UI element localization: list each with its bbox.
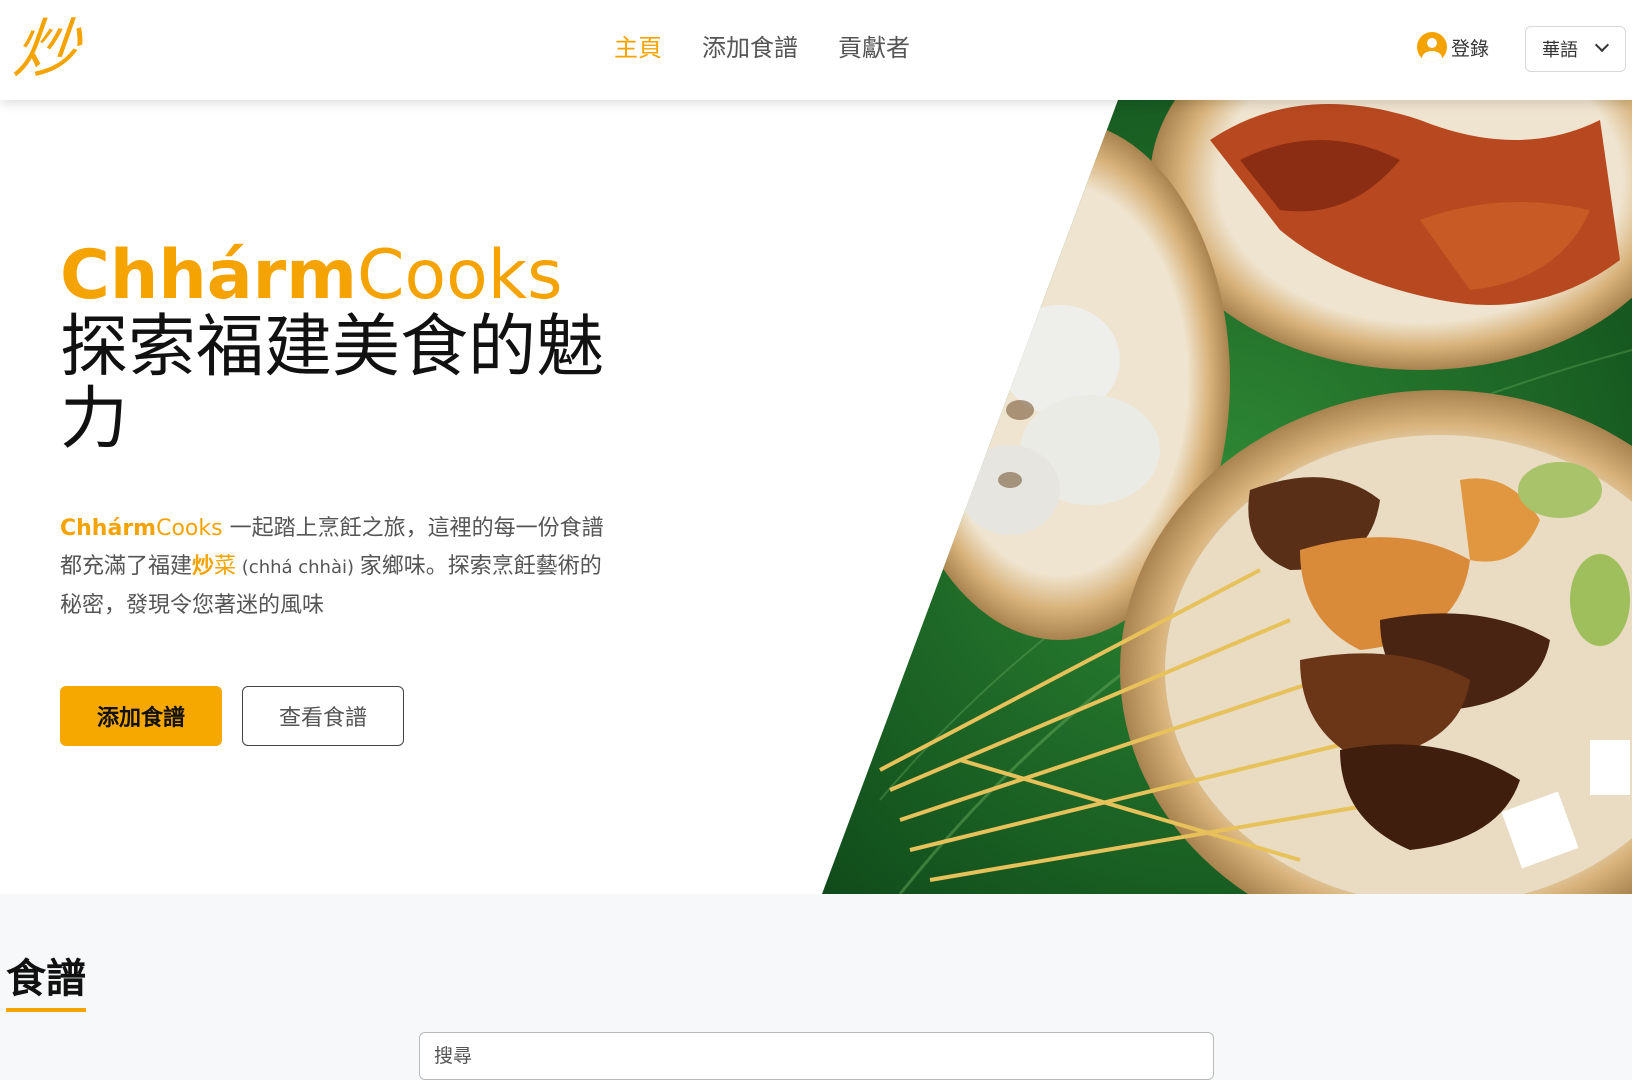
desc-cai: 菜: [214, 554, 237, 579]
hero-section: ChhármCooks 探索福建美食的魅力 ChhármCooks 一起踏上烹飪…: [0, 100, 1632, 894]
chevron-down-icon: [1594, 37, 1610, 53]
desc-brand-light: Cooks: [156, 516, 223, 541]
hero-title: ChhármCooks 探索福建美食的魅力: [60, 240, 620, 456]
recipes-section: 食譜: [0, 894, 1632, 1080]
desc-chao: 炒: [192, 554, 215, 579]
brand-name-light: Cooks: [357, 236, 563, 315]
login-label: 登錄: [1451, 37, 1490, 60]
chao-logo[interactable]: 炒: [10, 10, 98, 90]
hero-title-text: 探索福建美食的魅力: [60, 308, 605, 459]
search-input[interactable]: [419, 1032, 1214, 1080]
hero-description: ChhármCooks 一起踏上烹飪之旅，這裡的每一份食譜都充滿了福建炒菜 (c…: [60, 510, 620, 625]
view-recipes-button[interactable]: 查看食譜: [242, 686, 404, 746]
food-photo: [822, 100, 1632, 894]
language-select[interactable]: 華語: [1525, 26, 1626, 72]
top-navbar: 炒 主頁 添加食譜 貢獻者 登錄 華語: [0, 0, 1632, 100]
add-recipe-button[interactable]: 添加食譜: [60, 686, 222, 746]
desc-brand-bold: Chhárm: [60, 516, 157, 541]
nav-add-recipe[interactable]: 添加食譜: [702, 28, 798, 68]
language-value: 華語: [1542, 40, 1578, 61]
login-button[interactable]: 登錄: [1417, 32, 1489, 62]
main-nav: 主頁 添加食譜 貢獻者: [614, 28, 910, 68]
desc-pronunciation: (chhá chhài): [236, 557, 360, 578]
brand-name-bold: Chhárm: [60, 236, 358, 315]
nav-home[interactable]: 主頁: [614, 28, 662, 68]
recipes-title: 食譜: [6, 954, 86, 1012]
user-icon: [1417, 32, 1447, 62]
nav-contributors[interactable]: 貢獻者: [838, 28, 910, 68]
